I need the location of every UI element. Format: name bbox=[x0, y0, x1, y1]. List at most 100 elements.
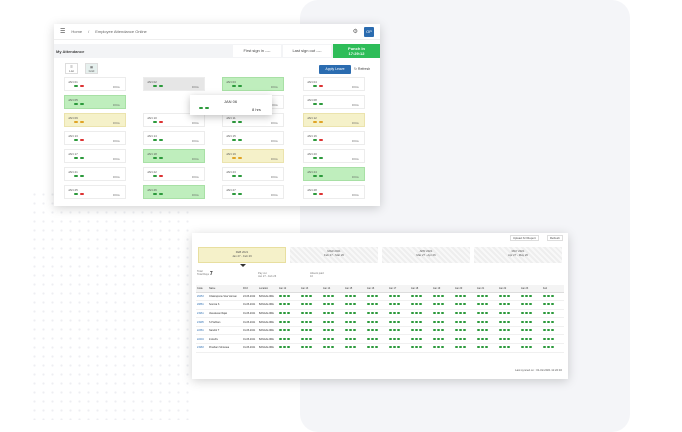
refresh-button[interactable]: ↻ Refresh bbox=[354, 65, 374, 74]
column-header[interactable]: Jan 18 bbox=[410, 285, 432, 293]
cell-code[interactable]: 21995 bbox=[196, 317, 208, 327]
present-mark bbox=[283, 320, 286, 323]
column-header[interactable]: Jan 13 bbox=[300, 285, 322, 293]
table-row[interactable]: 21995 S Prabhan 01-05-2021 BANGALORE bbox=[196, 317, 564, 327]
present-mark bbox=[543, 303, 546, 306]
calendar-day[interactable]: JAN 13 0 hrs bbox=[64, 131, 126, 145]
calendar-day[interactable]: JAN 25 0 hrs bbox=[64, 185, 126, 199]
status-present bbox=[199, 107, 203, 109]
menu-icon[interactable]: ☰ bbox=[60, 28, 65, 35]
cell-status bbox=[476, 300, 498, 310]
present-mark bbox=[463, 337, 466, 340]
column-header[interactable]: Jan 12 bbox=[278, 285, 300, 293]
cell-status bbox=[410, 317, 432, 327]
table-row[interactable]: 22381 Nandini T 01-05-2021 BANGALORE bbox=[196, 326, 564, 336]
calendar-day[interactable]: JAN 28 0 hrs bbox=[303, 185, 365, 199]
day-label: JAN 28 bbox=[307, 188, 317, 192]
present-mark bbox=[525, 320, 528, 323]
day-hours: 0 hrs bbox=[352, 121, 359, 125]
column-header[interactable]: Jan 16 bbox=[366, 285, 388, 293]
column-header[interactable]: Jan 23 bbox=[520, 285, 542, 293]
calendar-day[interactable]: JAN 18 0 hrs bbox=[143, 149, 205, 163]
calendar-day[interactable]: JAN 11 0 hrs bbox=[222, 113, 284, 127]
avatar[interactable]: OP bbox=[364, 26, 374, 37]
column-header[interactable]: Jan 20 bbox=[454, 285, 476, 293]
apply-leave-button[interactable]: Apply Leave bbox=[319, 65, 351, 74]
calendar-day[interactable]: JAN 10 0 hrs bbox=[143, 113, 205, 127]
present-mark bbox=[521, 329, 524, 332]
column-header[interactable]: Location bbox=[258, 285, 278, 293]
present-mark bbox=[305, 311, 308, 314]
present-mark bbox=[455, 320, 458, 323]
present-mark bbox=[521, 346, 524, 349]
cell-status bbox=[520, 326, 542, 336]
punch-in-button[interactable]: Punch In 17:29:12 bbox=[333, 44, 380, 58]
calendar-day[interactable]: JAN 20 0 hrs bbox=[303, 149, 365, 163]
period-card[interactable]: APR 2021 Mar 27 - Apr 26 bbox=[382, 247, 470, 263]
calendar-day[interactable]: JAN 27 0 hrs bbox=[222, 185, 284, 199]
calendar-day[interactable]: JAN 03 0 hrs bbox=[222, 77, 284, 91]
cell-code[interactable]: 20881 bbox=[196, 300, 208, 310]
calendar-day[interactable]: JAN 15 0 hrs bbox=[222, 131, 284, 145]
present-mark bbox=[279, 303, 282, 306]
column-header[interactable]: Jan 21 bbox=[476, 285, 498, 293]
calendar-day[interactable]: JAN 24 0 hrs bbox=[303, 167, 365, 181]
list-view-button[interactable]: ☰ List bbox=[65, 63, 78, 74]
day-label: JAN 08 bbox=[307, 98, 317, 102]
calendar-day[interactable]: JAN 26 0 hrs bbox=[143, 185, 205, 199]
present-mark bbox=[529, 294, 532, 297]
cell-status bbox=[366, 292, 388, 302]
status-pill bbox=[238, 193, 242, 195]
calendar-day[interactable]: JAN 22 0 hrs bbox=[143, 167, 205, 181]
calendar-day[interactable]: JAN 23 0 hrs bbox=[222, 167, 284, 181]
table-row[interactable]: 22404 Indushiv 01-05-2021 BANGALORE bbox=[196, 334, 564, 345]
calendar-day[interactable]: JAN 08 0 hrs bbox=[303, 95, 365, 109]
table-row[interactable]: 21983 Prasham Srinivasa 01-05-2021 BANGALOR… bbox=[196, 343, 564, 353]
breadcrumb-home[interactable]: Home bbox=[71, 29, 82, 34]
column-header[interactable]: Code bbox=[196, 285, 208, 293]
column-header[interactable]: Feb bbox=[542, 285, 564, 293]
cell-code[interactable]: 22404 bbox=[196, 334, 208, 345]
column-header[interactable]: Jan 14 bbox=[322, 285, 344, 293]
cell-code[interactable]: 26453 bbox=[196, 292, 208, 302]
cell-code[interactable]: 21983 bbox=[196, 343, 208, 353]
cell-loc: BANGALORE bbox=[258, 334, 278, 345]
calendar-day[interactable]: JAN 19 0 hrs bbox=[222, 149, 284, 163]
calendar-day[interactable]: JAN 02 0 hrs bbox=[143, 77, 205, 91]
table-row[interactable]: 26453 Chakraponte Siva Varman 23-05-2022 BA… bbox=[196, 292, 564, 302]
calendar-day[interactable]: JAN 12 0 hrs bbox=[303, 113, 365, 127]
column-header[interactable]: Jan 15 bbox=[344, 285, 366, 293]
upload-report-button[interactable]: Upload Xcl Report bbox=[510, 235, 539, 241]
table-row[interactable]: 20881 Soumia S 01-05-2021 BANGALORE bbox=[196, 300, 564, 310]
notification-icon[interactable]: ⚙ bbox=[353, 28, 358, 35]
calendar-day[interactable]: JAN 16 0 hrs bbox=[303, 131, 365, 145]
day-hours: 0 hrs bbox=[113, 157, 120, 161]
grid-view-button[interactable]: ▦ Grid bbox=[85, 63, 98, 74]
period-card[interactable]: FEB 2021 Jan 27 - Feb 26 bbox=[198, 247, 286, 263]
calendar-day[interactable]: JAN 05 0 hrs bbox=[64, 95, 126, 109]
cell-status bbox=[454, 292, 476, 302]
calendar-day[interactable]: JAN 17 0 hrs bbox=[64, 149, 126, 163]
table-row[interactable]: 21961 Vasudevan Rajat 01-05-2021 BANGALORE bbox=[196, 309, 564, 319]
calendar-day[interactable]: JAN 04 0 hrs bbox=[303, 77, 365, 91]
status-pill bbox=[153, 139, 157, 141]
period-card[interactable]: MAY 2021 Apr 27 - May 26 bbox=[474, 247, 562, 263]
calendar-day[interactable]: JAN 14 0 hrs bbox=[143, 131, 205, 145]
present-mark bbox=[301, 311, 304, 314]
present-mark bbox=[551, 329, 554, 332]
present-mark bbox=[459, 337, 462, 340]
cell-code[interactable]: 22381 bbox=[196, 326, 208, 336]
calendar-day[interactable]: JAN 01 0 hrs bbox=[64, 77, 126, 91]
refresh-report-button[interactable]: Refresh bbox=[547, 235, 563, 241]
calendar-day[interactable]: JAN 09 0 hrs bbox=[64, 113, 126, 127]
period-card[interactable]: MAR 2021 Feb 27 - Mar 26 bbox=[290, 247, 378, 263]
column-header[interactable]: Jan 19 bbox=[432, 285, 454, 293]
column-header[interactable]: Jan 17 bbox=[388, 285, 410, 293]
column-header[interactable]: Jan 22 bbox=[498, 285, 520, 293]
column-header[interactable]: Name bbox=[208, 285, 242, 293]
cell-code[interactable]: 21961 bbox=[196, 309, 208, 319]
column-header[interactable]: DOJ bbox=[242, 285, 258, 293]
present-mark bbox=[463, 320, 466, 323]
calendar-day[interactable]: JAN 21 0 hrs bbox=[64, 167, 126, 181]
day-popup[interactable]: JAN 06 8 hrs bbox=[190, 95, 272, 115]
